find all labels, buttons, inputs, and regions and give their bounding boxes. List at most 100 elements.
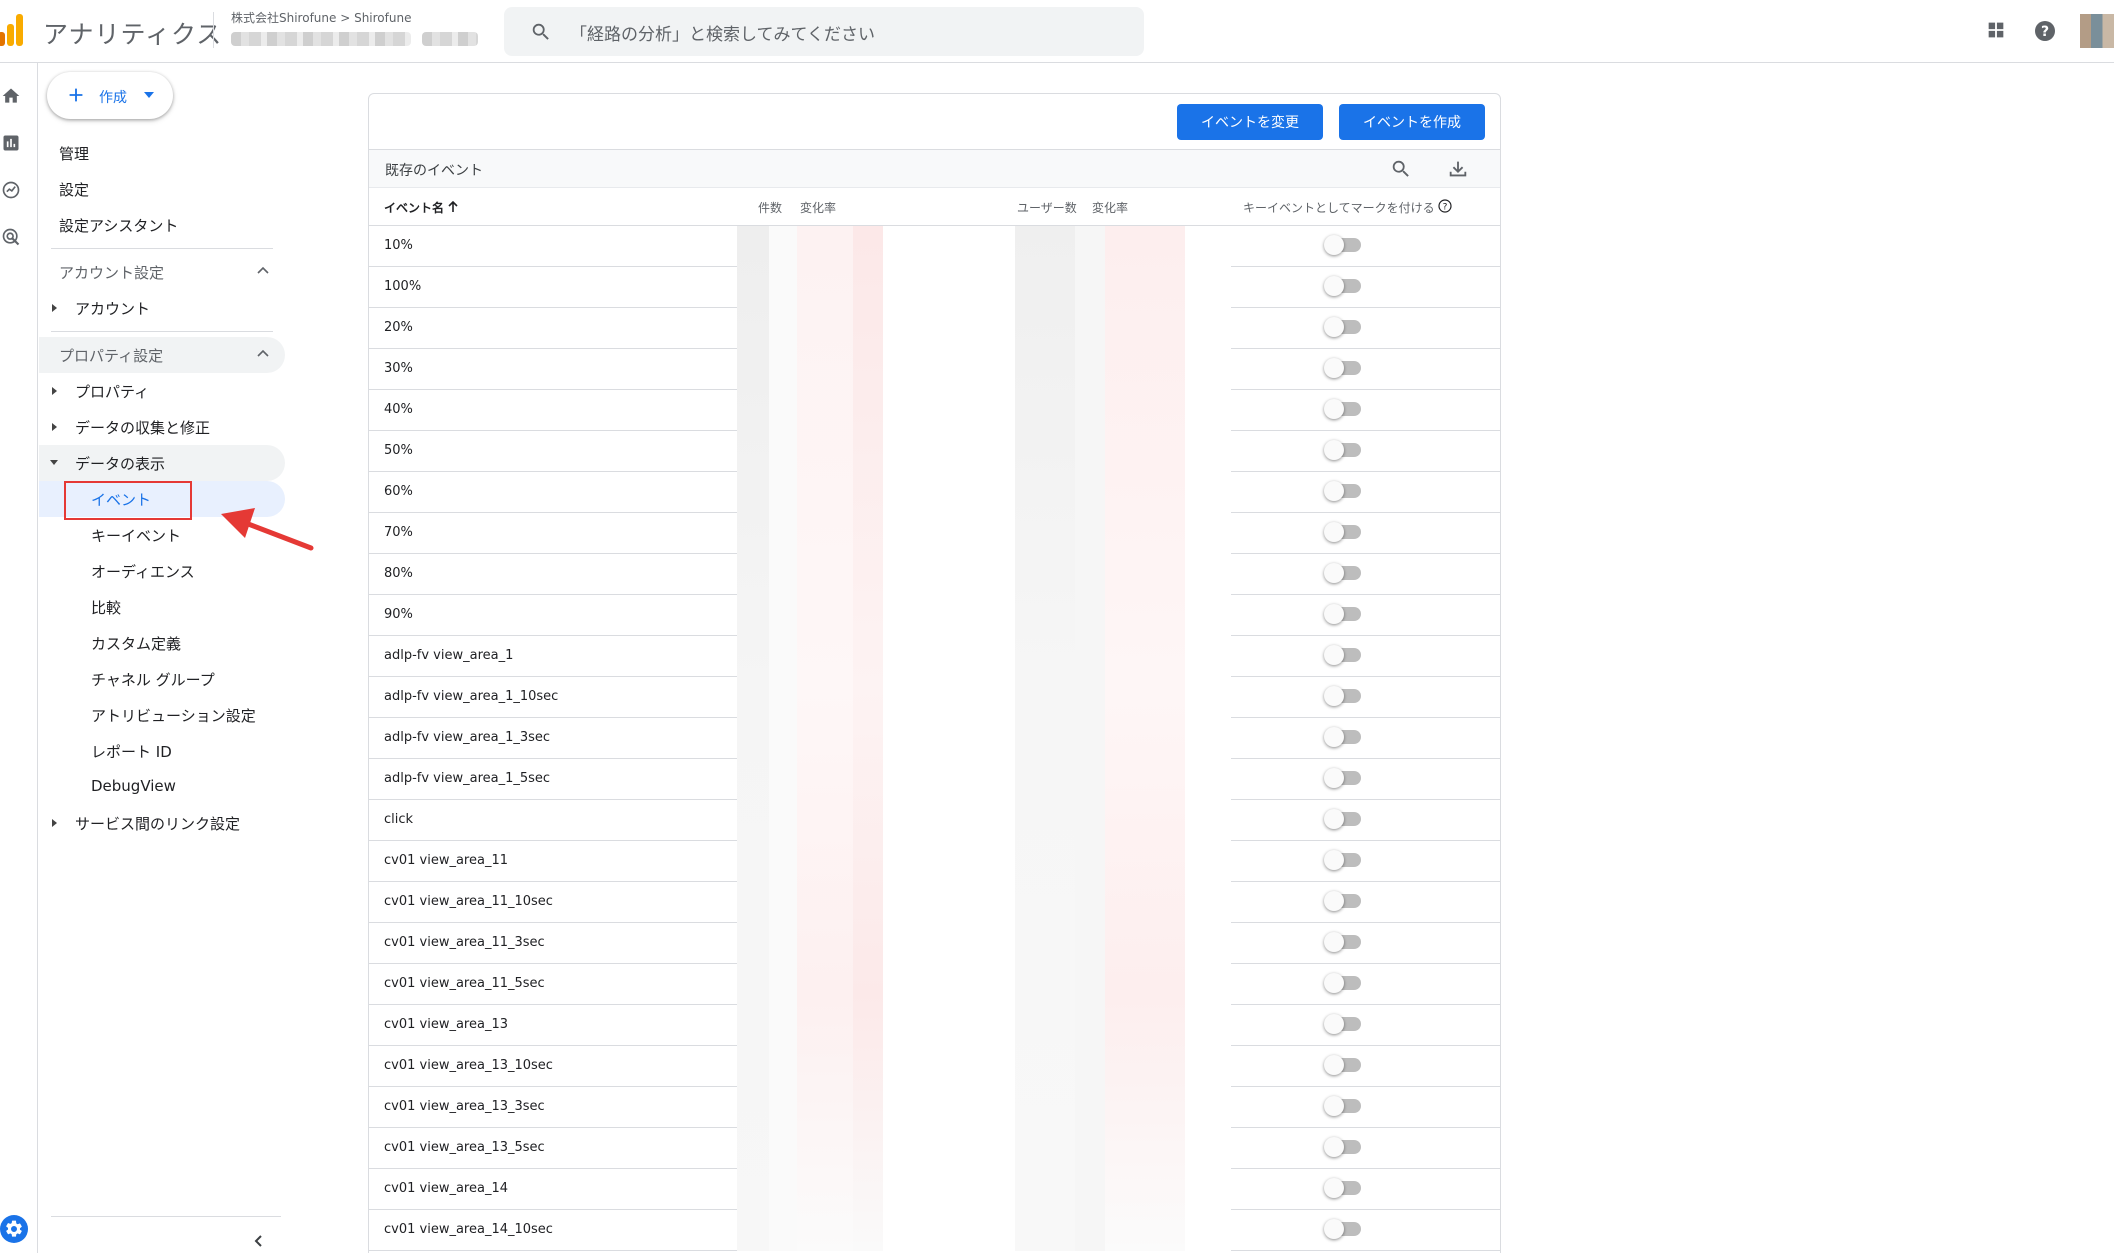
event-name-cell[interactable]: cv01 view_area_13 [384,1017,508,1032]
table-row[interactable]: adlp-fv view_area_1_10sec [369,677,1500,718]
table-row[interactable]: cv01 view_area_11_10sec [369,882,1500,923]
event-name-cell[interactable]: 60% [384,484,413,499]
apps-grid-icon[interactable] [1985,19,2007,41]
event-name-cell[interactable]: adlp-fv view_area_1_5sec [384,771,550,786]
event-name-cell[interactable]: click [384,812,413,827]
table-row[interactable]: adlp-fv view_area_1_5sec [369,759,1500,800]
key-event-toggle[interactable] [1324,645,1361,665]
nav-report-id[interactable]: レポート ID [91,741,172,762]
key-event-toggle[interactable] [1324,1014,1361,1034]
table-row[interactable]: 10% [369,226,1500,267]
event-name-cell[interactable]: 40% [384,402,413,417]
account-avatar[interactable] [2080,14,2114,48]
key-event-toggle[interactable] [1324,358,1361,378]
key-event-toggle[interactable] [1324,317,1361,337]
col-mark-key-event[interactable]: キーイベントとしてマークを付ける [1243,199,1435,216]
table-row[interactable]: 60% [369,472,1500,513]
nav-channel-groups[interactable]: チャネル グループ [91,669,215,690]
col-event-name[interactable]: イベント名 [384,199,444,216]
table-row[interactable]: cv01 view_area_13_3sec [369,1087,1500,1128]
help-icon[interactable]: ? [2033,19,2057,43]
event-name-cell[interactable]: 90% [384,607,413,622]
table-row[interactable]: 20% [369,308,1500,349]
key-event-toggle[interactable] [1324,850,1361,870]
key-event-toggle[interactable] [1324,276,1361,296]
table-row[interactable]: cv01 view_area_11_3sec [369,923,1500,964]
key-event-toggle[interactable] [1324,686,1361,706]
nav-audiences[interactable]: オーディエンス [91,561,195,582]
table-row[interactable]: adlp-fv view_area_1_3sec [369,718,1500,759]
key-event-toggle[interactable] [1324,235,1361,255]
nav-data-collection[interactable]: データの収集と修正 [75,417,210,438]
col-users-change[interactable]: 変化率 [1092,199,1128,216]
nav-product-links[interactable]: サービス間のリンク設定 [75,813,240,834]
table-row[interactable]: 30% [369,349,1500,390]
nav-settings[interactable]: 設定 [59,179,89,200]
key-event-toggle[interactable] [1324,727,1361,747]
table-row[interactable]: adlp-fv view_area_1 [369,636,1500,677]
event-name-cell[interactable]: 100% [384,279,421,294]
nav-data-display[interactable]: データの表示 [75,453,165,474]
nav-attribution-settings[interactable]: アトリビューション設定 [91,705,256,726]
event-name-cell[interactable]: cv01 view_area_11_3sec [384,935,545,950]
search-input[interactable]: 「経路の分析」と検索してみてください [570,20,875,45]
chevron-up-icon[interactable] [257,266,269,274]
key-event-toggle[interactable] [1324,973,1361,993]
advertising-icon[interactable] [1,227,21,247]
key-event-toggle[interactable] [1324,1137,1361,1157]
nav-admin[interactable]: 管理 [59,143,89,164]
key-event-toggle[interactable] [1324,440,1361,460]
expand-arrow-icon[interactable] [52,304,57,312]
search-bar[interactable]: 「経路の分析」と検索してみてください [504,7,1144,56]
table-row[interactable]: 100% [369,267,1500,308]
account-breadcrumb[interactable]: 株式会社Shirofune > Shirofune [231,9,411,26]
event-name-cell[interactable]: 50% [384,443,413,458]
table-row[interactable]: 40% [369,390,1500,431]
key-event-toggle[interactable] [1324,1096,1361,1116]
modify-event-button[interactable]: イベントを変更 [1177,104,1323,140]
event-name-cell[interactable]: cv01 view_area_11_5sec [384,976,545,991]
key-event-toggle[interactable] [1324,522,1361,542]
key-event-toggle[interactable] [1324,481,1361,501]
table-row[interactable]: cv01 view_area_14_10sec [369,1210,1500,1251]
expand-arrow-icon[interactable] [52,423,57,431]
nav-custom-definitions[interactable]: カスタム定義 [91,633,181,654]
key-event-toggle[interactable] [1324,1178,1361,1198]
table-row[interactable]: 70% [369,513,1500,554]
event-name-cell[interactable]: adlp-fv view_area_1_10sec [384,689,558,704]
key-event-toggle[interactable] [1324,399,1361,419]
section-account-settings[interactable]: アカウント設定 [59,262,164,283]
create-button[interactable]: 作成 [47,72,173,119]
section-property-settings[interactable]: プロパティ設定 [59,345,163,366]
explore-icon[interactable] [1,180,21,200]
help-icon[interactable]: ? [1438,199,1452,213]
settings-gear-icon[interactable] [0,1215,28,1243]
nav-comparisons[interactable]: 比較 [91,597,121,618]
col-count-change[interactable]: 変化率 [800,199,836,216]
property-name-redacted[interactable] [422,32,478,46]
event-name-cell[interactable]: 20% [384,320,413,335]
col-users[interactable]: ユーザー数 [1017,199,1077,216]
expand-arrow-icon[interactable] [52,387,57,395]
nav-debugview[interactable]: DebugView [91,777,176,795]
event-name-cell[interactable]: 30% [384,361,413,376]
table-row[interactable]: cv01 view_area_13 [369,1005,1500,1046]
table-row[interactable]: 50% [369,431,1500,472]
collapse-arrow-icon[interactable] [50,460,58,465]
key-event-toggle[interactable] [1324,604,1361,624]
event-name-cell[interactable]: 80% [384,566,413,581]
key-event-toggle[interactable] [1324,563,1361,583]
key-event-toggle[interactable] [1324,891,1361,911]
table-row[interactable]: cv01 view_area_11 [369,841,1500,882]
event-name-cell[interactable]: 10% [384,238,413,253]
create-event-button[interactable]: イベントを作成 [1339,104,1485,140]
event-name-cell[interactable]: cv01 view_area_14 [384,1181,508,1196]
expand-arrow-icon[interactable] [52,819,57,827]
download-icon[interactable] [1447,158,1469,180]
search-icon[interactable] [1390,158,1412,180]
key-event-toggle[interactable] [1324,932,1361,952]
table-row[interactable]: cv01 view_area_11_5sec [369,964,1500,1005]
event-name-cell[interactable]: adlp-fv view_area_1_3sec [384,730,550,745]
nav-account[interactable]: アカウント [75,298,150,319]
reports-icon[interactable] [1,133,21,153]
